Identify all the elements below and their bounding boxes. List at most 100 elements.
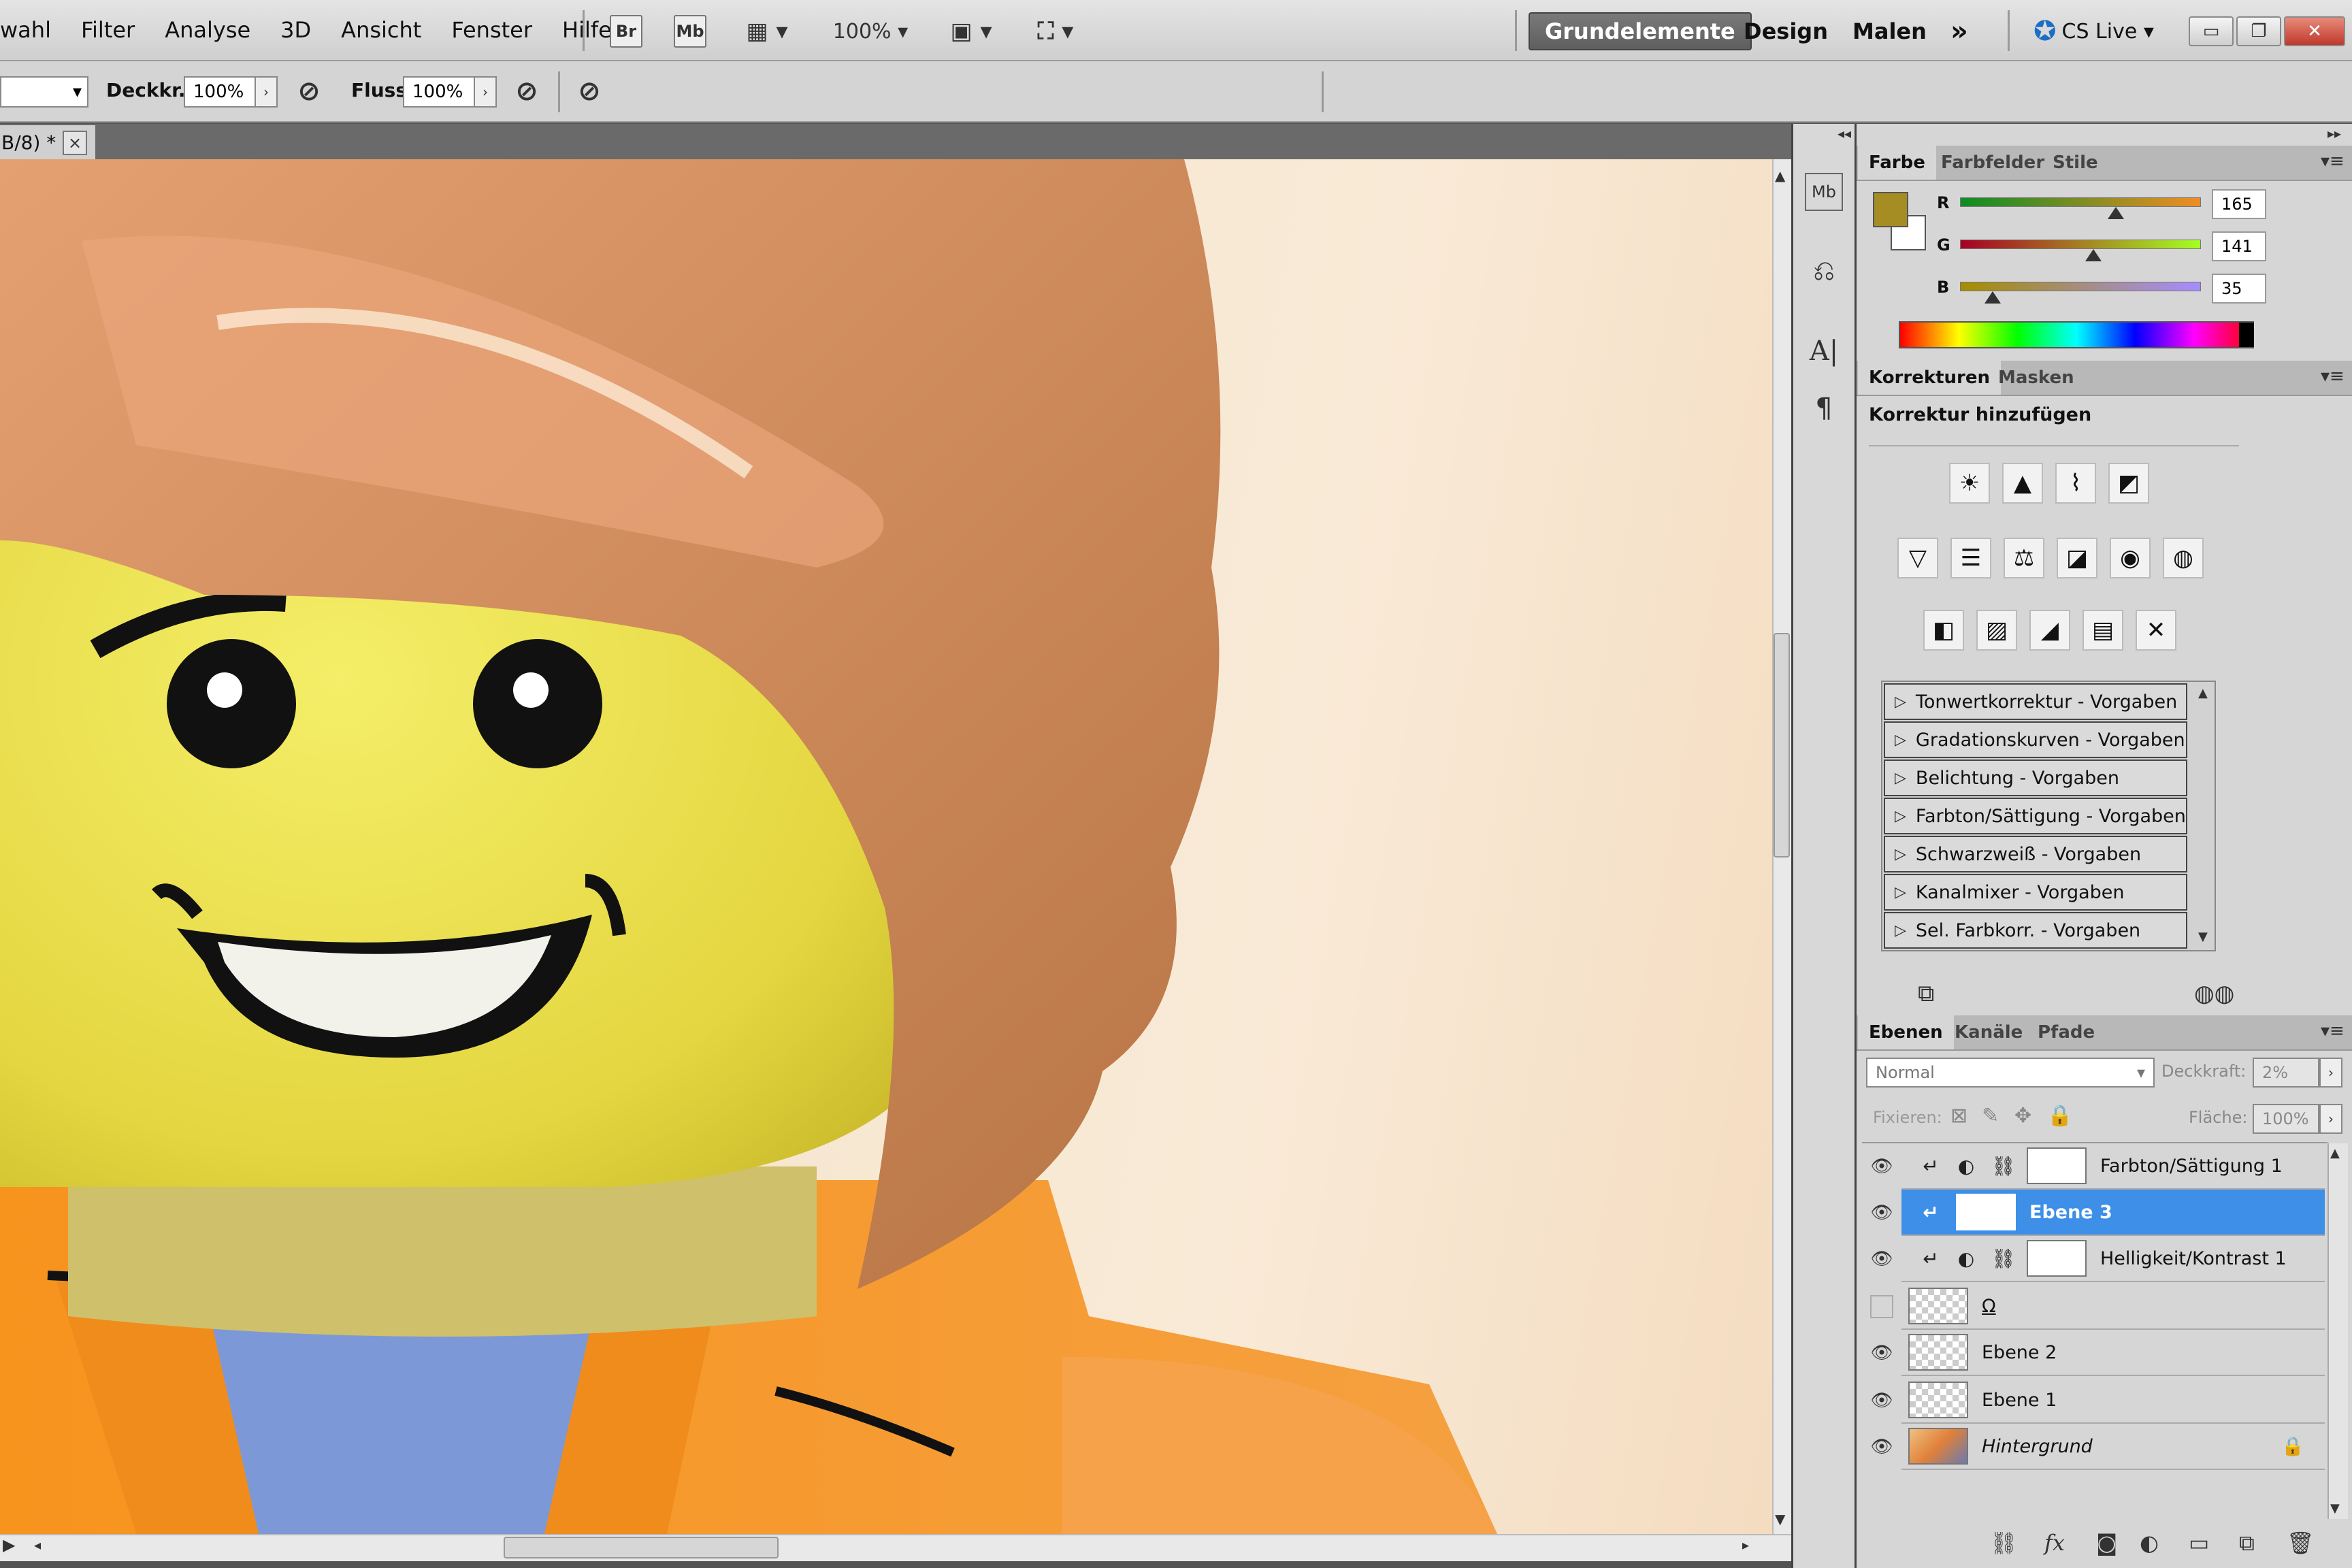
zoom-dropdown[interactable]: 100% ▾ xyxy=(826,15,915,48)
black-white-icon[interactable]: ◪ xyxy=(2057,538,2097,578)
preset-kanalmixer[interactable]: ▷ Kanalmixer - Vorgaben xyxy=(1884,874,2187,911)
character-icon[interactable]: A| xyxy=(1805,332,1843,370)
tab-farbe[interactable]: Farbe xyxy=(1858,146,1936,180)
color-spectrum-bar[interactable] xyxy=(1899,321,2254,348)
foreground-color-swatch-front[interactable] xyxy=(1873,192,1908,227)
workspace-grundelemente[interactable]: Grundelemente xyxy=(1529,12,1752,50)
arrange-documents-button[interactable]: ▣ ▾ xyxy=(941,15,1002,48)
g-value-input[interactable]: 141 xyxy=(2212,231,2266,261)
link-layers-icon[interactable]: ⛓ xyxy=(1990,1530,2018,1556)
workspace-malen[interactable]: Malen xyxy=(1838,12,1942,50)
cs-live-button[interactable]: ✪ CS Live ▾ xyxy=(2019,12,2169,50)
menu-auswahl[interactable]: wahl xyxy=(0,17,51,43)
brush-preset-dropdown[interactable]: ▾ xyxy=(0,76,88,108)
brightness-icon[interactable]: ☀ xyxy=(1949,463,1990,504)
lock-pixels-icon[interactable]: ✎ xyxy=(1982,1104,1999,1128)
r-slider-handle[interactable] xyxy=(2108,207,2125,219)
menu-filter[interactable]: Filter xyxy=(81,17,135,43)
posterize-icon[interactable]: ▨ xyxy=(1976,610,2017,651)
lock-transparency-icon[interactable]: ⊠ xyxy=(1950,1104,1967,1128)
invert-icon[interactable]: ◧ xyxy=(1923,610,1964,651)
layer-visibility-hidden-icon[interactable] xyxy=(1865,1284,1899,1330)
presets-scroll-up-icon[interactable]: ▲ xyxy=(2198,686,2208,700)
layer-visibility-eye-icon[interactable]: 👁 xyxy=(1865,1143,1899,1190)
preset-gradationskurven[interactable]: ▷ Gradationskurven - Vorgaben xyxy=(1884,721,2187,758)
b-value-input[interactable]: 35 xyxy=(2212,274,2266,304)
layer-ebene-2[interactable]: Ebene 2 xyxy=(1901,1330,2325,1376)
curves-icon[interactable]: ⌇ xyxy=(2055,463,2096,504)
canvas-horizontal-scroll-thumb[interactable] xyxy=(504,1537,779,1558)
layers-scroll-up-icon[interactable]: ▲ xyxy=(2330,1146,2340,1160)
new-layer-icon[interactable]: ⧉ xyxy=(2239,1530,2255,1556)
flow-input[interactable]: 100% xyxy=(403,76,479,108)
new-adjustment-layer-icon[interactable]: ◐ xyxy=(2140,1530,2159,1556)
channel-mixer-icon[interactable]: ◍ xyxy=(2163,538,2204,578)
bridge-button[interactable]: Br xyxy=(610,15,642,48)
history-icon[interactable]: ⎌ xyxy=(1805,252,1843,290)
r-value-input[interactable]: 165 xyxy=(2212,189,2266,219)
exposure-icon[interactable]: ◩ xyxy=(2108,463,2149,504)
g-slider-handle[interactable] xyxy=(2085,249,2102,261)
opacity-arrow[interactable]: › xyxy=(255,76,278,108)
b-slider-handle[interactable] xyxy=(1984,291,2002,304)
layer-farbton-saettigung[interactable]: ↵ ◐ ⛓ Farbton/Sättigung 1 xyxy=(1901,1143,2325,1190)
status-menu-icon[interactable]: ▶ xyxy=(3,1535,15,1554)
paragraph-icon[interactable]: ¶ xyxy=(1805,389,1843,427)
tab-pfade[interactable]: Pfade xyxy=(2027,1015,2106,1049)
threshold-icon[interactable]: ◢ xyxy=(2029,610,2070,651)
panel-menu-icon[interactable]: ▾≡ xyxy=(2321,1021,2345,1041)
tab-korrekturen[interactable]: Korrekturen xyxy=(1858,361,2002,395)
layer-visibility-eye-icon[interactable]: 👁 xyxy=(1865,1377,1899,1424)
minimize-button[interactable]: ▭ xyxy=(2189,16,2234,46)
scroll-left-icon[interactable]: ◂ xyxy=(34,1537,41,1553)
tab-farbfelder[interactable]: Farbfelder xyxy=(1930,146,2055,180)
clip-to-layer-icon[interactable]: ⧉ xyxy=(1918,980,1934,1007)
menu-hilfe[interactable]: Hilfe xyxy=(562,17,612,43)
delete-layer-icon[interactable]: 🗑 xyxy=(2287,1530,2315,1556)
layer-visibility-eye-icon[interactable]: 👁 xyxy=(1865,1330,1899,1376)
minibridge-button[interactable]: Mb xyxy=(674,15,706,48)
more-workspaces-button[interactable]: » xyxy=(1936,12,1983,50)
layer-visibility-eye-icon[interactable]: 👁 xyxy=(1865,1424,1899,1470)
canvas-horizontal-scrollbar[interactable] xyxy=(0,1534,1791,1561)
layer-opacity-arrow[interactable]: › xyxy=(2319,1058,2342,1088)
preset-schwarzweiss[interactable]: ▷ Schwarzweiß - Vorgaben xyxy=(1884,836,2187,872)
preset-sel-farbkorr[interactable]: ▷ Sel. Farbkorr. - Vorgaben xyxy=(1884,912,2187,949)
layer-helligkeit-kontrast[interactable]: ↵ ◐ ⛓ Helligkeit/Kontrast 1 xyxy=(1901,1236,2325,1282)
collapse-dock-icon[interactable]: ◂◂ xyxy=(1838,125,1851,142)
airbrush-pressure-icon[interactable]: ⊘ xyxy=(290,75,328,108)
selective-color-icon[interactable]: ✕ xyxy=(2136,610,2176,651)
r-slider[interactable] xyxy=(1960,197,2201,207)
levels-icon[interactable]: ▲ xyxy=(2002,463,2043,504)
layer-omega[interactable]: Ω xyxy=(1901,1284,2325,1330)
view-extras-button[interactable]: ▦ ▾ xyxy=(736,15,798,48)
layer-style-fx-icon[interactable]: fx xyxy=(2044,1530,2065,1556)
photo-filter-icon[interactable]: ◉ xyxy=(2110,538,2151,578)
canvas-vertical-scroll-thumb[interactable] xyxy=(1774,633,1790,858)
scroll-right-icon[interactable]: ▸ xyxy=(1742,1537,1749,1553)
restore-button[interactable]: ❐ xyxy=(2236,16,2281,46)
layer-hintergrund[interactable]: Hintergrund 🔒 xyxy=(1901,1424,2325,1470)
layer-ebene-3[interactable]: ↵ Ebene 3 xyxy=(1901,1190,2325,1236)
menu-3d[interactable]: 3D xyxy=(280,17,311,43)
panel-menu-icon[interactable]: ▾≡ xyxy=(2321,366,2345,387)
tab-kanaele[interactable]: Kanäle xyxy=(1944,1015,2034,1049)
tab-masken[interactable]: Masken xyxy=(1987,361,2085,395)
g-slider[interactable] xyxy=(1960,240,2201,249)
tab-stile[interactable]: Stile xyxy=(2042,146,2109,180)
menu-ansicht[interactable]: Ansicht xyxy=(341,17,421,43)
gradient-map-icon[interactable]: ▤ xyxy=(2082,610,2123,651)
screen-mode-button[interactable]: ⛶ ▾ xyxy=(1025,15,1086,48)
vibrance-icon[interactable]: ▽ xyxy=(1897,538,1938,578)
layer-visibility-eye-icon[interactable]: 👁 xyxy=(1865,1190,1899,1236)
add-mask-icon[interactable]: ◙ xyxy=(2096,1530,2117,1556)
blend-mode-dropdown[interactable]: Normal ▾ xyxy=(1866,1058,2155,1088)
layer-visibility-eye-icon[interactable]: 👁 xyxy=(1865,1236,1899,1282)
scroll-up-icon[interactable]: ▲ xyxy=(1775,167,1785,184)
flow-arrow[interactable]: › xyxy=(474,76,497,108)
fill-input[interactable]: 100% xyxy=(2253,1104,2319,1134)
color-balance-icon[interactable]: ⚖ xyxy=(2004,538,2044,578)
panel-menu-icon[interactable]: ▾≡ xyxy=(2321,151,2345,172)
minibridge-icon[interactable]: Mb xyxy=(1805,173,1843,211)
lock-all-icon[interactable]: 🔒 xyxy=(2047,1104,2072,1128)
